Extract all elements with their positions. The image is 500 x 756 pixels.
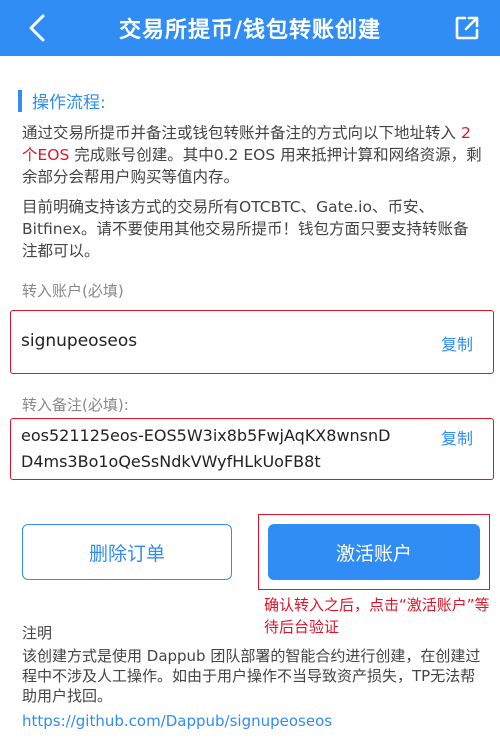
page-title: 交易所提币/钱包转账创建	[118, 18, 382, 43]
account-label: 转入账户(必填)	[22, 282, 124, 300]
intro-paragraph: 通过交易所提币并备注或钱包转账并备注的方式向以下地址转入 2个EOS 完成账号创…	[22, 122, 482, 188]
open-external-icon	[455, 16, 479, 40]
memo-value-line2: D4ms3Bo1oQeSsNdkVWyfHLkUoFB8t	[21, 452, 321, 471]
memo-field: eos521125eos-EOS5W3ix8b5FwjAqKX8wnsnD D4…	[10, 418, 494, 480]
memo-value-line1: eos521125eos-EOS5W3ix8b5FwjAqKX8wnsnD	[21, 426, 391, 445]
delete-order-button[interactable]: 删除订单	[22, 524, 232, 580]
back-button[interactable]	[22, 13, 52, 43]
section-accent-bar	[18, 89, 22, 112]
intro-text-before: 通过交易所提币并备注或钱包转账并备注的方式向以下地址转入	[22, 124, 461, 142]
open-external-button[interactable]	[452, 13, 482, 43]
top-app-bar: 交易所提币/钱包转账创建	[0, 0, 500, 56]
memo-label: 转入备注(必填):	[22, 396, 129, 414]
github-link[interactable]: https://github.com/Dappub/signupeoseos	[22, 712, 332, 730]
account-field: signupeoseos 复制	[10, 310, 494, 374]
section-header: 操作流程:	[18, 88, 106, 113]
activate-account-button[interactable]: 激活账户	[268, 524, 480, 580]
chevron-left-icon	[29, 14, 45, 42]
copy-account-button[interactable]: 复制	[441, 331, 473, 355]
support-paragraph: 目前明确支持该方式的交易所有OTCBTC、Gate.io、币安、Bitfinex…	[22, 198, 469, 260]
note-body: 该创建方式是使用 Dappub 团队部署的智能合约进行创建，在创建过程中不涉及人…	[22, 647, 481, 705]
intro-text-after: 完成账号创建。其中0.2 EOS 用来抵押计算和网络资源，剩余部分会帮用户购买等…	[22, 146, 482, 186]
activate-annotation: 确认转入之后，点击“激活账户”等待后台验证	[264, 596, 490, 636]
note-title: 注明	[22, 624, 53, 642]
account-value: signupeoseos	[21, 331, 138, 351]
copy-memo-button[interactable]: 复制	[441, 425, 473, 449]
section-title: 操作流程:	[32, 93, 106, 113]
